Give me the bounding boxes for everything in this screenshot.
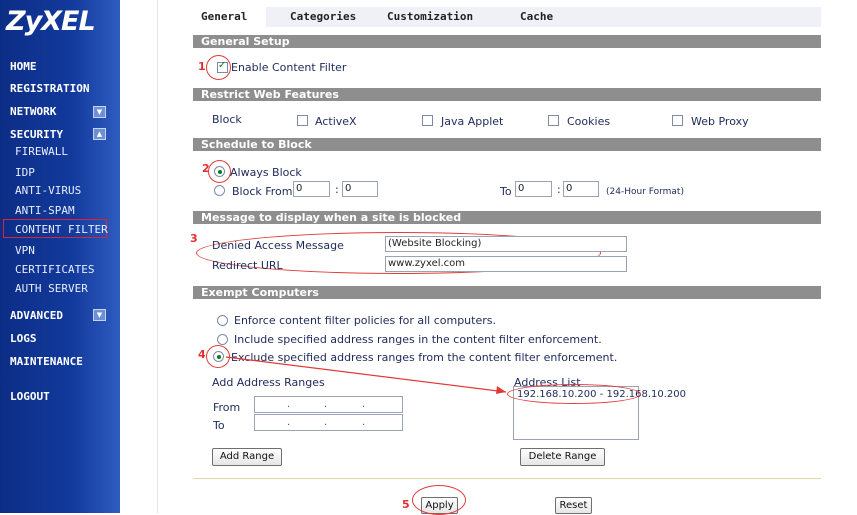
ip-dot: . — [362, 399, 366, 410]
denied-access-label: Denied Access Message — [212, 239, 344, 252]
nav-certificates[interactable]: CERTIFICATES — [15, 263, 94, 276]
include-ranges-label: Include specified address ranges in the … — [234, 333, 602, 346]
to-minute-input[interactable]: 0 — [563, 181, 599, 197]
cookies-label: Cookies — [567, 115, 611, 128]
chevron-down-icon[interactable]: ▼ — [93, 309, 106, 321]
nav-firewall[interactable]: FIREWALL — [15, 145, 68, 158]
cookies-checkbox[interactable] — [548, 115, 559, 126]
annotation-4: 4 — [198, 348, 206, 361]
annotation-1: 1 — [198, 60, 206, 73]
nav-advanced[interactable]: ADVANCED — [10, 309, 63, 322]
ip-dot: . — [324, 417, 328, 428]
java-applet-label: Java Applet — [441, 115, 504, 128]
divider — [157, 0, 158, 513]
ip-dot: . — [287, 417, 291, 428]
delete-range-button[interactable]: Delete Range — [520, 448, 605, 466]
ip-dot: . — [324, 399, 328, 410]
web-proxy-checkbox[interactable] — [672, 115, 683, 126]
nav-security[interactable]: SECURITY — [10, 128, 63, 141]
section-schedule-to-block: Schedule to Block — [193, 138, 821, 151]
block-from-label: Block From — [232, 185, 293, 198]
include-ranges-radio[interactable] — [217, 334, 228, 345]
annotation-ring-4 — [206, 345, 230, 368]
nav-logs[interactable]: LOGS — [10, 332, 37, 345]
annotation-ring-address — [507, 384, 641, 404]
to-range-label: To — [213, 419, 225, 432]
annotation-ring-2 — [208, 160, 231, 183]
from-minute-input[interactable]: 0 — [342, 181, 378, 197]
tab-bar — [176, 7, 821, 27]
nav-network[interactable]: NETWORK — [10, 105, 56, 118]
reset-button[interactable]: Reset — [555, 497, 592, 514]
from-ip-input[interactable] — [254, 396, 403, 413]
time-format-note: (24-Hour Format) — [606, 187, 684, 197]
add-address-ranges-label: Add Address Ranges — [212, 376, 325, 389]
nav-vpn[interactable]: VPN — [15, 244, 35, 257]
denied-access-input[interactable]: (Website Blocking) — [385, 236, 627, 252]
section-general-setup: General Setup — [193, 35, 821, 48]
annotation-3: 3 — [190, 232, 198, 245]
nav-registration[interactable]: REGISTRATION — [10, 82, 89, 95]
activex-checkbox[interactable] — [297, 115, 308, 126]
annotation-ring-1 — [206, 55, 231, 80]
chevron-down-icon[interactable]: ▼ — [93, 106, 106, 118]
divider — [193, 478, 821, 479]
section-restrict-web-features: Restrict Web Features — [193, 88, 821, 101]
to-label: To — [500, 185, 512, 198]
tab-general[interactable]: General — [201, 10, 247, 23]
nav-maintenance[interactable]: MAINTENANCE — [10, 355, 83, 368]
nav-anti-spam[interactable]: ANTI-SPAM — [15, 204, 75, 217]
section-exempt-computers: Exempt Computers — [193, 286, 821, 299]
nav-anti-virus[interactable]: ANTI-VIRUS — [15, 184, 81, 197]
redirect-url-label: Redirect URL — [212, 259, 283, 272]
enforce-all-radio[interactable] — [217, 315, 228, 326]
section-block-message: Message to display when a site is blocke… — [193, 211, 821, 224]
to-ip-input[interactable] — [254, 414, 403, 431]
to-hour-input[interactable]: 0 — [515, 181, 552, 197]
tab-cache[interactable]: Cache — [520, 10, 553, 23]
ip-dot: . — [287, 399, 291, 410]
chevron-up-icon[interactable]: ▲ — [93, 128, 106, 140]
nav-content-filter[interactable]: CONTENT FILTER — [3, 219, 108, 238]
java-applet-checkbox[interactable] — [422, 115, 433, 126]
always-block-label: Always Block — [230, 166, 302, 179]
nav-home[interactable]: HOME — [10, 60, 37, 73]
nav-logout[interactable]: LOGOUT — [10, 390, 50, 403]
enable-content-filter-label: Enable Content Filter — [231, 61, 347, 74]
exclude-ranges-label: Exclude specified address ranges from th… — [231, 351, 618, 364]
zyxel-logo: ZyXEL — [6, 6, 96, 37]
from-hour-input[interactable]: 0 — [293, 181, 330, 197]
tab-customization[interactable]: Customization — [387, 10, 473, 23]
from-range-label: From — [213, 401, 241, 414]
block-from-radio[interactable] — [214, 185, 225, 196]
redirect-url-input[interactable]: www.zyxel.com — [385, 256, 627, 272]
to-colon: : — [557, 183, 561, 196]
activex-label: ActiveX — [315, 115, 357, 128]
enforce-all-label: Enforce content filter policies for all … — [234, 314, 496, 327]
web-proxy-label: Web Proxy — [691, 115, 749, 128]
nav-content-filter-label: CONTENT FILTER — [15, 223, 108, 236]
block-label: Block — [212, 113, 242, 126]
tab-categories[interactable]: Categories — [290, 10, 356, 23]
annotation-5: 5 — [402, 498, 410, 511]
from-colon: : — [335, 183, 339, 196]
add-range-button[interactable]: Add Range — [212, 448, 282, 466]
nav-auth-server[interactable]: AUTH SERVER — [15, 282, 88, 295]
nav-idp[interactable]: IDP — [15, 166, 35, 179]
annotation-ring-5 — [412, 485, 466, 515]
sidebar: ZyXEL HOME REGISTRATION NETWORK ▼ SECURI… — [0, 0, 120, 513]
ip-dot: . — [362, 417, 366, 428]
